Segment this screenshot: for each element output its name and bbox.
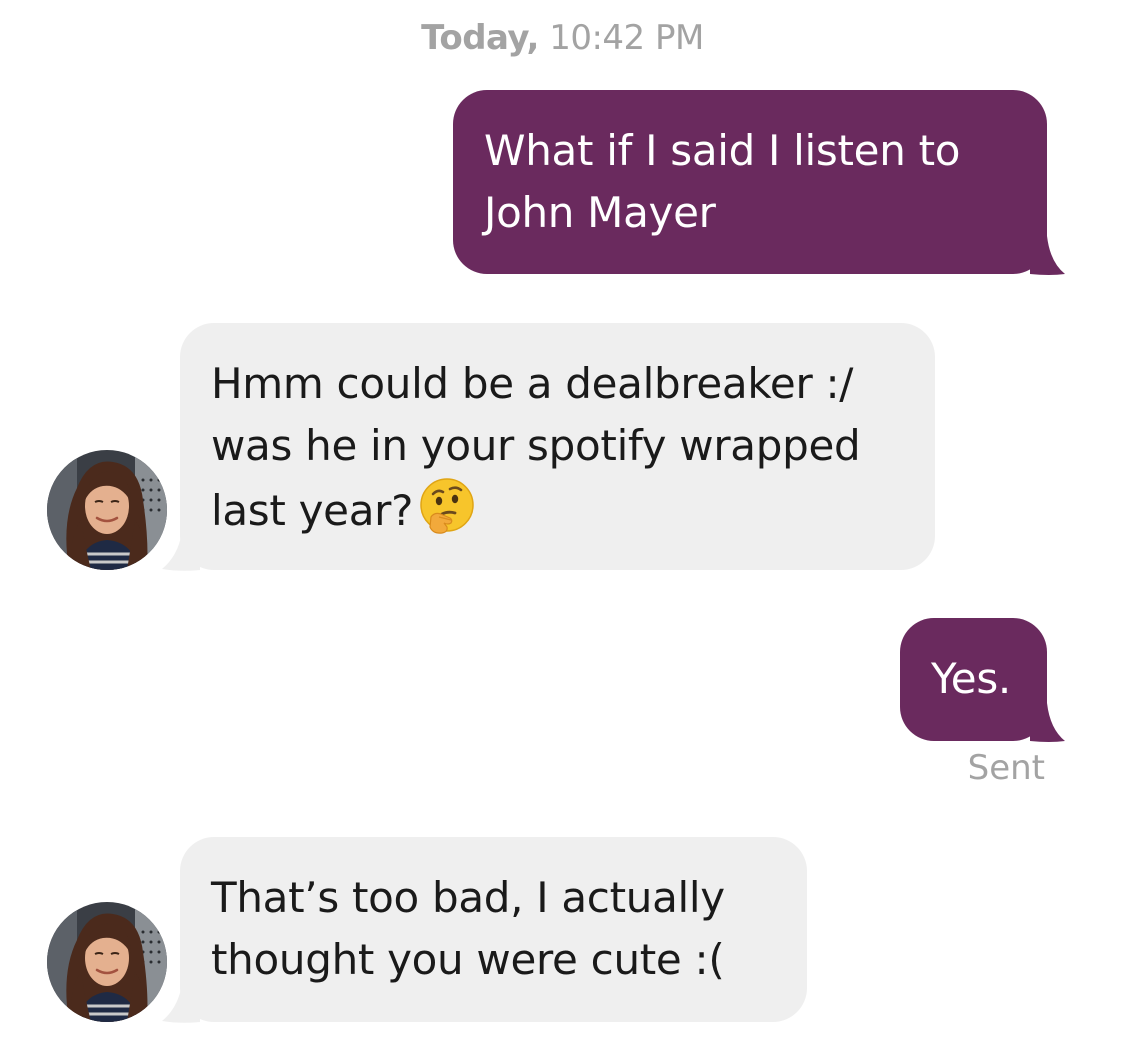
message-text: Hmm could be a dealbreaker :/ was he in … [211,359,861,535]
incoming-message[interactable]: That’s too bad, I actually thought you w… [180,837,807,1022]
conversation-timestamp: Today, 10:42 PM [0,18,1125,58]
contact-avatar[interactable] [47,450,167,570]
outgoing-message[interactable]: What if I said I listen to John Mayer [453,90,1047,274]
timestamp-time: 10:42 PM [549,18,704,58]
outgoing-message[interactable]: Yes. [900,618,1047,741]
incoming-message[interactable]: Hmm could be a dealbreaker :/ was he in … [180,323,935,570]
message-text: What if I said I listen to John Mayer [484,126,961,237]
message-text: That’s too bad, I actually thought you w… [211,873,725,984]
message-status: Sent [967,748,1045,788]
contact-avatar[interactable] [47,902,167,1022]
timestamp-day: Today, [421,18,539,58]
thinking-face-icon [420,478,474,534]
message-text: Yes. [931,654,1011,703]
